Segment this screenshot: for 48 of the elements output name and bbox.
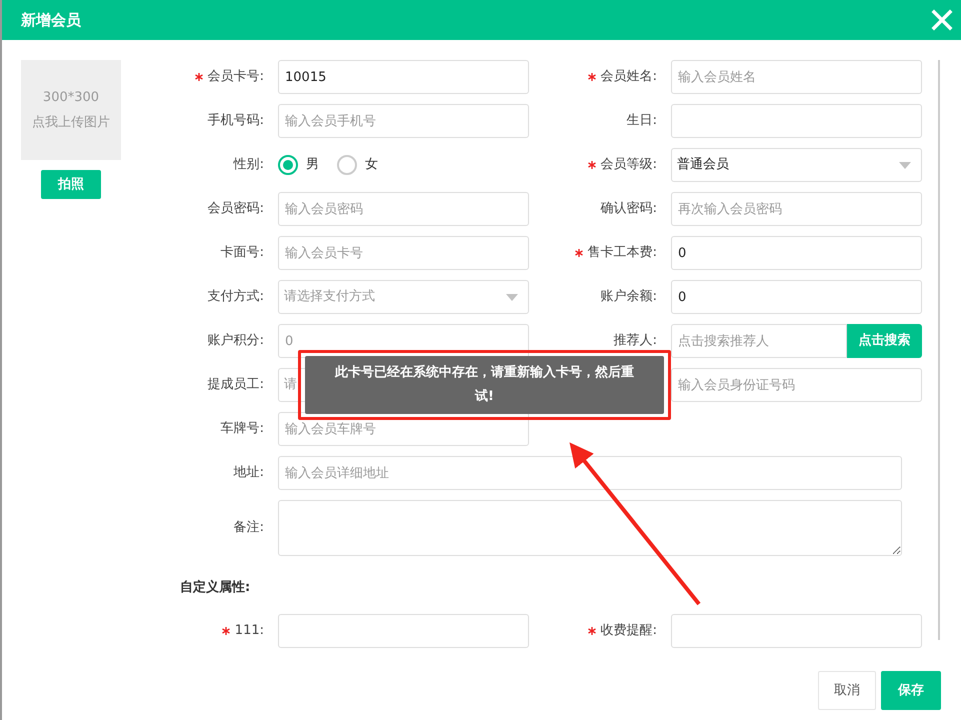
size-hint: 300*300	[42, 88, 100, 106]
input-field[interactable]	[278, 614, 529, 648]
dropdown-caret-icon	[506, 294, 518, 300]
cancel-button[interactable]: 取消	[818, 671, 876, 710]
field-label: 账户积分:	[208, 332, 264, 350]
field-label: 账户余额:	[600, 288, 657, 306]
close-icon	[931, 9, 953, 31]
field-label: 提成员工:	[208, 376, 264, 394]
field-label: 支付方式:	[208, 288, 264, 306]
field-label: 111:	[234, 622, 264, 640]
field-label: 地址:	[234, 464, 264, 482]
input-field[interactable]: 输入会员手机号	[278, 104, 529, 138]
field-label: 手机号码:	[208, 112, 264, 130]
input-field[interactable]: 输入会员详细地址	[278, 456, 902, 490]
input-field[interactable]: 输入会员卡号	[278, 236, 529, 270]
dropdown-caret-icon	[899, 162, 911, 168]
field-label: 售卡工本费:	[588, 244, 657, 262]
upload-caption: 点我上传图片	[32, 114, 110, 132]
field-label: 卡面号:	[220, 244, 264, 262]
field-label: 性别:	[234, 156, 264, 174]
input-field[interactable]: 再次输入会员密码	[671, 192, 922, 226]
text-area[interactable]	[278, 500, 902, 556]
close-button[interactable]	[931, 9, 953, 31]
dropdown-field[interactable]: 普通会员	[671, 148, 922, 182]
input-field[interactable]: 输入会员密码	[278, 192, 529, 226]
search-field[interactable]: 点击搜索推荐人	[671, 324, 847, 358]
field-label: 推荐人:	[614, 332, 657, 350]
field-label: 会员密码:	[208, 200, 264, 218]
input-field[interactable]: 10015	[278, 60, 529, 94]
radio-option[interactable]: 男	[278, 155, 319, 175]
input-field[interactable]	[671, 104, 922, 138]
input-field[interactable]	[671, 614, 922, 648]
field-label: 会员姓名:	[600, 68, 657, 86]
field-label: 生日:	[626, 112, 657, 130]
field-label: 会员等级:	[600, 156, 657, 174]
error-toast: 此卡号已经在系统中存在，请重新输入卡号，然后重试!	[305, 356, 664, 414]
input-field[interactable]: 0	[671, 236, 922, 270]
input-field[interactable]: 输入会员身份证号码	[671, 368, 922, 402]
field-label: 会员卡号:	[208, 68, 264, 86]
section-title: 自定义属性:	[179, 578, 252, 597]
input-field[interactable]: 输入会员姓名	[671, 60, 922, 94]
field-label: 备注:	[234, 519, 264, 538]
radio-option[interactable]: 女	[337, 155, 378, 175]
dialog-title: 新增会员	[21, 10, 81, 31]
field-label: 车牌号:	[220, 420, 264, 438]
input-field[interactable]: 0	[671, 280, 922, 314]
field-label: 确认密码:	[600, 200, 657, 218]
field-label: 收费提醒:	[600, 622, 657, 640]
